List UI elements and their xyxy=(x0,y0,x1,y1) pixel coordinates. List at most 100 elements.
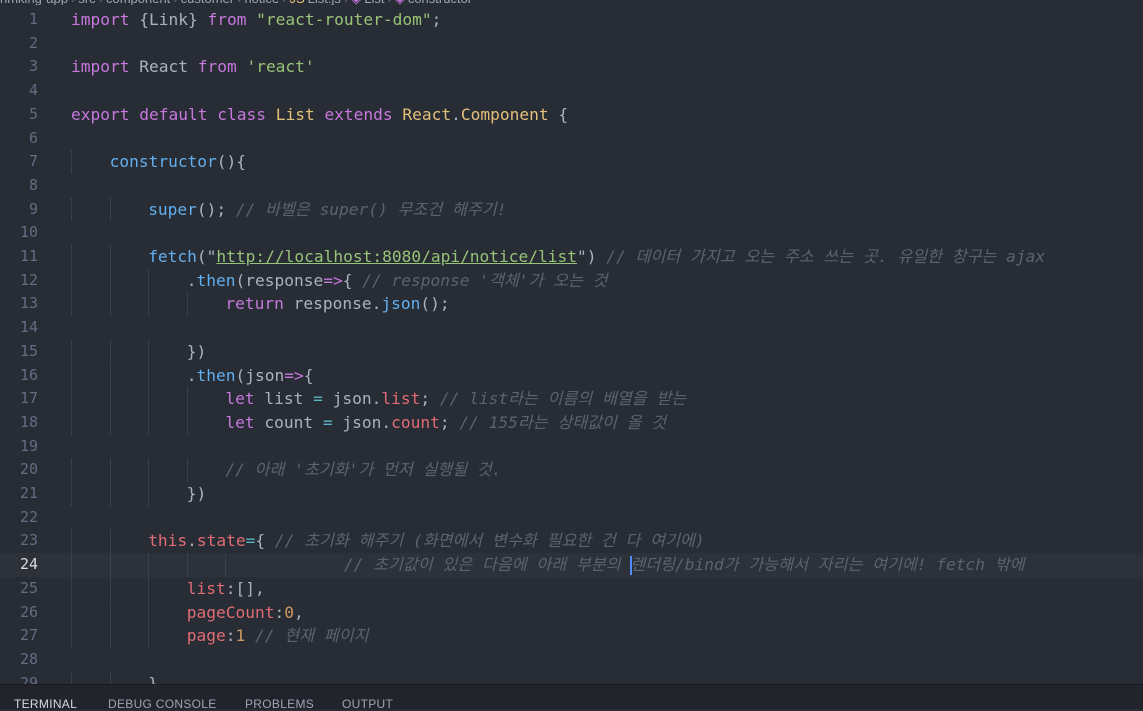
breadcrumb-item[interactable]: customer xyxy=(181,0,234,5)
code-line[interactable]: 8 xyxy=(0,174,1143,198)
breadcrumb-item[interactable]: constructor xyxy=(408,0,472,5)
line-number: 6 xyxy=(28,128,38,147)
code-token: // 초기값이 있은 다음에 아래 부분의 xyxy=(71,555,631,575)
code-line[interactable]: 15}) xyxy=(0,339,1143,364)
line-number: 27 xyxy=(19,626,38,645)
indent-guide xyxy=(71,671,72,684)
code-line[interactable]: 21}) xyxy=(0,482,1143,506)
code-token: default xyxy=(139,104,208,124)
code-token: // 초기화 해주기 (화면에서 변수화 필요한 건 다 여기에) xyxy=(274,531,705,551)
code-token: } xyxy=(148,673,158,684)
indent-guide xyxy=(109,624,111,648)
breadcrumb-item[interactable]: List xyxy=(364,0,384,5)
code-token: from xyxy=(207,10,247,29)
line-number: 19 xyxy=(19,436,38,455)
code-token: ; xyxy=(431,10,442,29)
class-icon: ◈ xyxy=(351,0,361,5)
code-text: .then(json=>{ xyxy=(187,364,314,388)
code-token[interactable]: http://localhost:8080/api/notice/list xyxy=(216,247,577,266)
code-line[interactable]: 27 page:1 // 현재 페이지 xyxy=(0,624,1143,648)
code-line[interactable]: 5 export default class List extends React… xyxy=(0,103,1143,127)
code-line[interactable]: 10 xyxy=(0,221,1143,245)
code-line[interactable]: 28 xyxy=(0,648,1143,672)
code-line[interactable]: 14 xyxy=(0,316,1143,340)
code-line[interactable]: 25 list:[], xyxy=(0,576,1143,601)
code-token: // list라는 이름의 배열을 받는 xyxy=(439,389,687,409)
line-number: 1 xyxy=(28,10,38,28)
code-line[interactable]: 3 import React from 'react' xyxy=(0,55,1143,79)
code-line[interactable]: 7 constructor(){ xyxy=(0,150,1143,174)
code-line[interactable]: 13 return response.json(); xyxy=(0,292,1143,317)
tab-terminal[interactable]: TERMINAL xyxy=(14,697,77,711)
indent-guide xyxy=(109,600,111,625)
code-token: = xyxy=(245,531,256,551)
code-token: { xyxy=(548,104,569,124)
code-text: export default class List extends React.… xyxy=(71,103,568,127)
code-line[interactable]: 1 import {Link} from "react-router-dom"; xyxy=(0,8,1143,32)
indent-guide xyxy=(109,292,111,317)
indent-guide xyxy=(71,600,72,625)
breadcrumb-item[interactable]: List.js xyxy=(308,0,341,5)
line-number: 16 xyxy=(19,365,38,384)
code-token: json. xyxy=(322,389,382,409)
code-line[interactable]: 6 xyxy=(0,127,1143,151)
code-token: // 155라는 상태값이 올 것 xyxy=(459,412,667,432)
tab-problems[interactable]: PROBLEMS xyxy=(245,697,314,711)
line-number: 28 xyxy=(19,649,38,668)
indent-guide xyxy=(71,292,72,317)
code-text: constructor(){ xyxy=(110,150,246,174)
code-line[interactable]: 16 .then(json=>{ xyxy=(0,363,1143,388)
code-token: export xyxy=(71,104,130,124)
code-line[interactable]: 19 xyxy=(0,435,1143,459)
code-line[interactable]: 17 let list = json.list; // list라는 이름의 배열… xyxy=(0,387,1143,411)
indent-guide xyxy=(148,410,150,435)
indent-guide xyxy=(148,292,150,317)
code-text: let list = json.list; // list라는 이름의 배열을 … xyxy=(225,387,686,411)
indent-guide xyxy=(71,268,72,293)
code-text: // 아래 '초기화'가 먼저 실행될 것. xyxy=(225,458,501,482)
code-line[interactable]: 12 .then(response=>{ // response '객체'가 오는… xyxy=(0,268,1143,293)
tab-output[interactable]: OUTPUT xyxy=(342,697,393,711)
code-token: (json xyxy=(235,365,285,385)
code-token: Component xyxy=(460,104,549,124)
code-line[interactable]: 23 this.state={ // 초기화 해주기 (화면에서 변수화 필요한 … xyxy=(0,529,1143,554)
code-text: import React from 'react' xyxy=(71,55,315,79)
code-line[interactable]: 18 let count = json.count; // 155라는 상태값이 … xyxy=(0,410,1143,435)
line-number: 3 xyxy=(28,57,38,76)
code-text: page:1 // 현재 페이지 xyxy=(187,624,369,648)
code-token: 렌더링/bind가 가능해서 자리는 여기에! fetch 밖에 xyxy=(630,555,1025,575)
code-editor[interactable]: 1 import {Link} from "react-router-dom"; 2… xyxy=(0,8,1143,684)
indent-guide xyxy=(109,529,111,554)
code-line[interactable]: 26 pageCount:0, xyxy=(0,600,1143,625)
code-line[interactable]: 2 xyxy=(0,32,1143,56)
code-text: } xyxy=(148,672,158,684)
breadcrumb-item[interactable]: hmking-app xyxy=(0,0,68,5)
line-number: 13 xyxy=(19,294,38,313)
code-line[interactable]: 20 // 아래 '초기화'가 먼저 실행될 것. xyxy=(0,458,1143,482)
code-token: state xyxy=(196,531,246,551)
indent-guide xyxy=(71,529,72,554)
indent-guide xyxy=(109,387,111,411)
tab-debug-console[interactable]: DEBUG CONSOLE xyxy=(108,697,217,711)
line-number: 15 xyxy=(19,341,38,360)
code-line[interactable]: 11 fetch("http://localhost:8080/api/notic… xyxy=(0,245,1143,269)
breadcrumb-item[interactable]: notice xyxy=(244,0,279,5)
line-number: 21 xyxy=(19,484,38,502)
indent-guide xyxy=(71,245,72,269)
indent-guide xyxy=(148,387,150,411)
code-line[interactable]: 24 // 초기값이 있은 다음에 아래 부분의 렌더링/bind가 가능해서 … xyxy=(0,553,1143,577)
breadcrumb-separator-icon: › xyxy=(279,0,289,5)
breadcrumb-item[interactable]: component xyxy=(106,0,170,5)
code-token: = xyxy=(313,389,323,409)
code-line[interactable]: 9 super(); // 바벨은 super() 무조건 해주기! xyxy=(0,197,1143,222)
code-token: (){ xyxy=(216,152,247,172)
indent-guide xyxy=(109,363,111,388)
code-line[interactable]: 4 xyxy=(0,79,1143,103)
code-line[interactable]: 29} xyxy=(0,671,1143,684)
code-line[interactable]: 22 xyxy=(0,506,1143,530)
code-token: (); xyxy=(196,199,236,219)
code-token: this xyxy=(148,531,188,551)
breadcrumb-item[interactable]: src xyxy=(78,0,95,5)
code-text: let count = json.count; // 155라는 상태값이 올 … xyxy=(225,411,666,435)
